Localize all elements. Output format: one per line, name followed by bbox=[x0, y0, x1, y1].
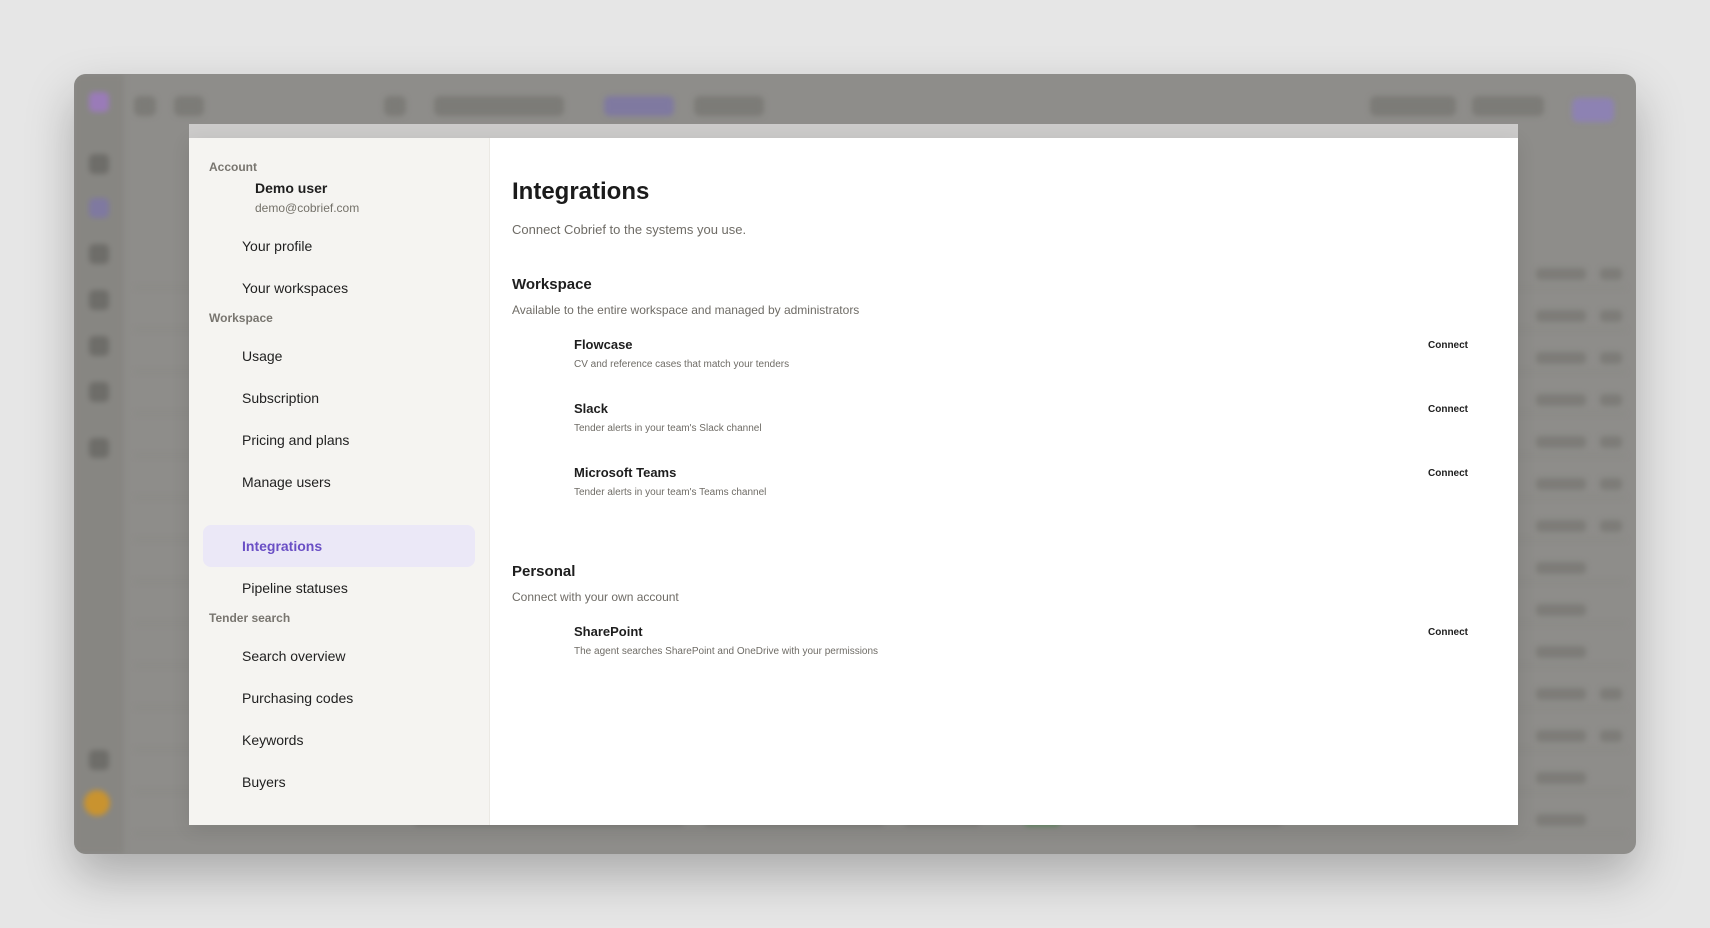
integration-row-microsoft-teams: Microsoft Teams Tender alerts in your te… bbox=[512, 464, 1468, 528]
slack-icon bbox=[536, 402, 558, 424]
tender-search-section-title: Tender search bbox=[209, 611, 291, 625]
personal-integrations-list: SharePoint The agent searches SharePoint… bbox=[512, 623, 1468, 687]
workspace-group-subtitle: Available to the entire workspace and ma… bbox=[512, 303, 860, 317]
nav-search-overview[interactable]: Search overview bbox=[203, 635, 475, 677]
integration-description: Tender alerts in your team's Teams chann… bbox=[574, 487, 767, 498]
nav-subscription[interactable]: Subscription bbox=[203, 377, 475, 419]
settings-modal: Account Demo user demo@cobrief.com Your … bbox=[189, 138, 1518, 825]
workspace-integrations-list: Flowcase CV and reference cases that mat… bbox=[512, 336, 1468, 528]
integration-name: Slack bbox=[574, 401, 608, 416]
sharepoint-icon bbox=[536, 625, 558, 647]
integration-name: Flowcase bbox=[574, 337, 633, 352]
nav-pipeline-statuses[interactable]: Pipeline statuses bbox=[203, 567, 475, 609]
nav-your-profile[interactable]: Your profile bbox=[203, 225, 475, 267]
nav-manage-users[interactable]: Manage users bbox=[203, 461, 475, 503]
nav-your-workspaces[interactable]: Your workspaces bbox=[203, 267, 475, 309]
connect-microsoft-teams-button[interactable]: Connect bbox=[1428, 466, 1468, 481]
nav-keywords[interactable]: Keywords bbox=[203, 719, 475, 761]
integrations-panel: Integrations Connect Cobrief to the syst… bbox=[490, 138, 1518, 825]
integration-name: SharePoint bbox=[574, 624, 643, 639]
connect-sharepoint-button[interactable]: Connect bbox=[1428, 625, 1468, 640]
page-subtitle: Connect Cobrief to the systems you use. bbox=[512, 222, 747, 237]
page-title: Integrations bbox=[512, 178, 650, 205]
connect-slack-button[interactable]: Connect bbox=[1428, 402, 1468, 417]
integration-row-sharepoint: SharePoint The agent searches SharePoint… bbox=[512, 623, 1468, 687]
integration-description: CV and reference cases that match your t… bbox=[574, 359, 790, 370]
user-email: demo@cobrief.com bbox=[255, 201, 360, 215]
integration-name: Microsoft Teams bbox=[574, 465, 677, 480]
connect-flowcase-button[interactable]: Connect bbox=[1428, 338, 1468, 353]
integration-row-slack: Slack Tender alerts in your team's Slack… bbox=[512, 400, 1468, 464]
settings-sidebar: Account Demo user demo@cobrief.com Your … bbox=[189, 138, 490, 825]
workspace-section-title: Workspace bbox=[209, 311, 273, 325]
user-block: Demo user demo@cobrief.com bbox=[203, 178, 475, 217]
modal-top-edge bbox=[189, 124, 1518, 138]
personal-group-subtitle: Connect with your own account bbox=[512, 590, 679, 604]
flowcase-icon bbox=[536, 338, 558, 360]
nav-buyers[interactable]: Buyers bbox=[203, 761, 475, 803]
nav-pricing-and-plans[interactable]: Pricing and plans bbox=[203, 419, 475, 461]
user-name: Demo user bbox=[255, 180, 328, 196]
nav-integrations[interactable]: Integrations bbox=[203, 525, 475, 567]
microsoft-teams-icon bbox=[536, 466, 558, 488]
integration-description: The agent searches SharePoint and OneDri… bbox=[574, 646, 879, 657]
workspace-group-title: Workspace bbox=[512, 276, 592, 293]
app-rail bbox=[74, 74, 124, 854]
nav-usage[interactable]: Usage bbox=[203, 335, 475, 377]
integration-row-flowcase: Flowcase CV and reference cases that mat… bbox=[512, 336, 1468, 400]
personal-group-title: Personal bbox=[512, 563, 576, 580]
account-section-title: Account bbox=[209, 160, 257, 174]
nav-purchasing-codes[interactable]: Purchasing codes bbox=[203, 677, 475, 719]
integration-description: Tender alerts in your team's Slack chann… bbox=[574, 423, 762, 434]
